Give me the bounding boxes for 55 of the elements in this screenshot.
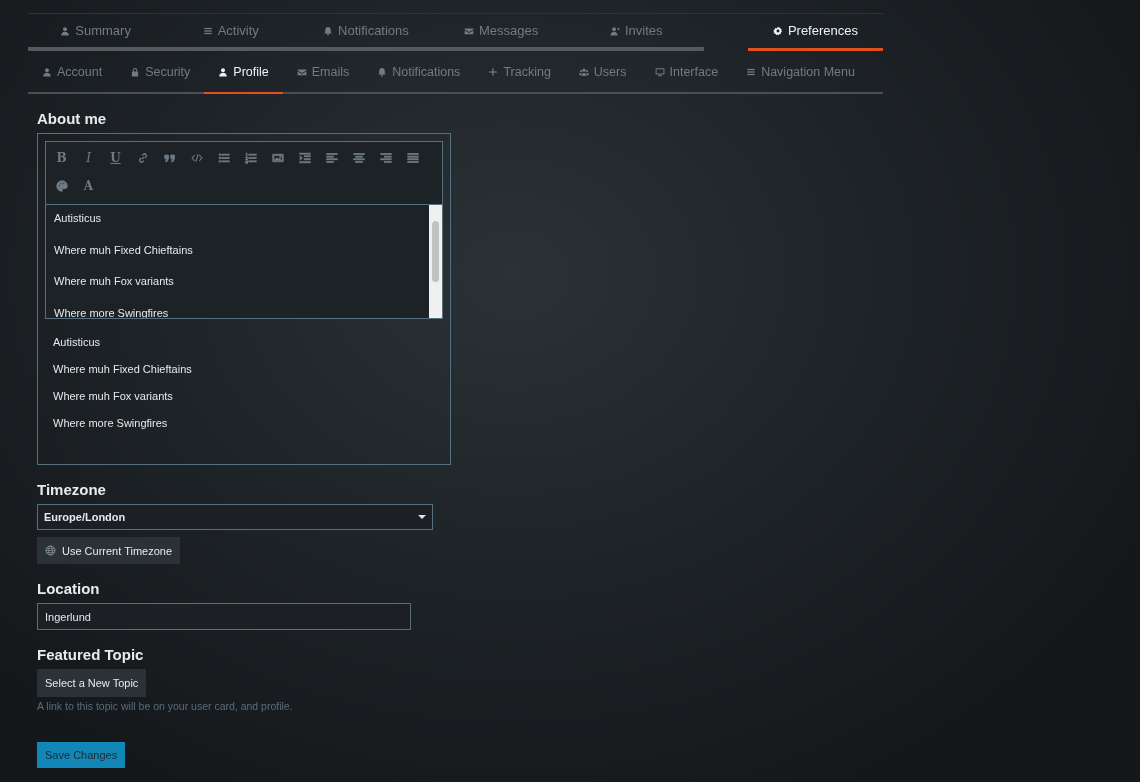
nav-tab[interactable]: Tracking [474, 52, 565, 94]
plus-icon [488, 67, 499, 77]
user-icon [42, 67, 52, 77]
use-current-timezone-button[interactable]: Use Current Timezone [37, 537, 181, 564]
nav-tab[interactable]: Preferences [747, 14, 884, 51]
nav-tab[interactable]: Profile [204, 52, 283, 94]
preview-text-line: Where muh Fox variants [53, 390, 174, 404]
nav-tab[interactable]: Security [116, 52, 205, 94]
format-button[interactable]: A [78, 176, 99, 196]
editor-text-line: Where muh Fixed Chieftains [54, 243, 194, 258]
section-title: Location [37, 580, 101, 597]
globe-icon [45, 545, 56, 556]
section-title: Timezone [37, 481, 107, 498]
nav-tab[interactable]: Interface [640, 52, 733, 94]
nav-tab[interactable]: Emails [282, 52, 364, 94]
lock-icon [130, 67, 141, 77]
format-button[interactable]: B [51, 148, 72, 168]
select-topic-button[interactable]: Select a New Topic [37, 669, 147, 697]
format-button[interactable]: U [105, 148, 126, 168]
envelope-icon [296, 67, 307, 77]
editor-text-line: Where muh Fox variants [54, 275, 175, 289]
users-icon [578, 67, 589, 77]
editor-text-line: Where more Swingfires [54, 306, 170, 318]
text-editor[interactable]: B I U A Autisticus Where muh Fixed Chieftains Where muh Fox variants Where more Swingfires [45, 141, 443, 319]
nav-tab[interactable]: Users [564, 52, 641, 94]
scrollbar[interactable] [429, 205, 442, 318]
editor-text-line: Autisticus [54, 212, 103, 226]
bell-icon [323, 25, 333, 36]
list-icon [202, 25, 213, 36]
location-field[interactable]: Ingerlund [37, 603, 411, 630]
nav-tab[interactable]: Activity [163, 14, 299, 51]
nav-tab[interactable]: Invites [568, 14, 704, 51]
monitor-icon [654, 67, 665, 77]
preview-text-line: Autisticus [53, 336, 102, 350]
bell-icon [377, 67, 388, 77]
timezone-dropdown[interactable]: Europe/London [37, 504, 433, 530]
nav-tab[interactable]: Notifications [298, 14, 434, 51]
section-title: Featured Topic [37, 646, 145, 663]
list-icon [746, 67, 757, 77]
save-changes-button[interactable]: Save Changes [37, 742, 126, 768]
preview-text-line: Where more Swingfires [53, 417, 169, 431]
caret-icon [418, 515, 426, 519]
help-text: A link to this topic will be on your user card, and profile. [37, 700, 294, 712]
nav-tab[interactable]: Account [28, 52, 117, 94]
gear-icon [772, 25, 783, 36]
nav-tab[interactable]: Notifications [363, 52, 475, 94]
nav-tab[interactable]: Summary [28, 14, 164, 51]
section-title: About me [37, 110, 108, 127]
format-button[interactable]: I [78, 148, 99, 168]
user-icon [60, 25, 71, 36]
user-plus-icon [610, 25, 620, 36]
nav-tab[interactable]: Messages [433, 14, 569, 51]
user-icon [218, 67, 229, 77]
preview-text-line: Where muh Fixed Chieftains [53, 363, 193, 377]
nav-tab[interactable]: Navigation Menu [732, 52, 869, 94]
